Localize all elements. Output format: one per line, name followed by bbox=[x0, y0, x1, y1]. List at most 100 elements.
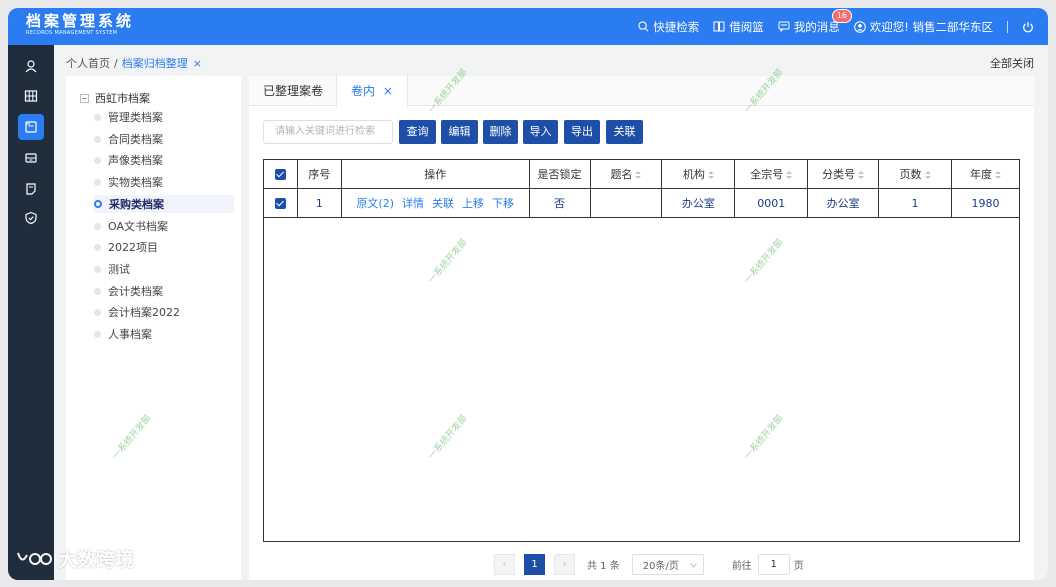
tree-item[interactable]: 会计档案2022 bbox=[94, 303, 234, 321]
tab-bar: 已整理案卷 卷内 × bbox=[249, 76, 1034, 107]
tree-item[interactable]: 声像类档案 bbox=[94, 151, 234, 169]
user-menu[interactable]: 欢迎您! 销售二部华东区 bbox=[853, 19, 993, 35]
tree-item[interactable]: 测试 bbox=[94, 260, 234, 278]
table-row[interactable]: 1 原文(2) 详情 关联 上移 下移 否 办公室 0001 办公室 1 1980 bbox=[263, 188, 1021, 218]
search-input[interactable]: 请输入关键词进行检索 bbox=[263, 120, 393, 144]
column-header-sortable[interactable]: 题名 bbox=[589, 159, 663, 189]
collapse-icon[interactable] bbox=[80, 93, 89, 103]
nav-security[interactable] bbox=[18, 205, 44, 231]
node-icon bbox=[94, 330, 101, 338]
node-icon bbox=[94, 178, 101, 186]
node-icon bbox=[94, 156, 101, 164]
sort-icon[interactable] bbox=[994, 171, 1001, 179]
goto-page-input[interactable]: 1 bbox=[757, 553, 790, 575]
tree-item[interactable]: 合同类档案 bbox=[94, 130, 234, 148]
messages-label: 我的消息 bbox=[793, 19, 840, 34]
tree-item-label: 人事档案 bbox=[108, 328, 152, 341]
tab-organized-label: 已整理案卷 bbox=[263, 84, 324, 98]
user-icon bbox=[25, 60, 37, 73]
welcome-text: 欢迎您! 销售二部华东区 bbox=[869, 19, 993, 34]
cell-org: 办公室 bbox=[661, 188, 736, 218]
edit-button[interactable]: 编辑 bbox=[441, 120, 478, 144]
page-size-select[interactable]: 20条/页 bbox=[631, 553, 704, 575]
detail-link[interactable]: 详情 bbox=[402, 197, 424, 210]
sort-icon[interactable] bbox=[786, 171, 793, 179]
next-page-button[interactable]: › bbox=[554, 553, 575, 575]
app-subtitle: RECORDS MANAGEMENT SYSTEM bbox=[26, 30, 118, 36]
column-header-label: 年度 bbox=[969, 168, 992, 181]
tree-item[interactable]: 实物类档案 bbox=[94, 173, 234, 191]
original-link[interactable]: 原文(2) bbox=[356, 197, 394, 210]
breadcrumb-close-icon[interactable]: × bbox=[193, 57, 202, 70]
column-header-label: 机构 bbox=[682, 168, 705, 181]
box-icon bbox=[25, 153, 37, 163]
column-header-sortable[interactable]: 全宗号 bbox=[734, 159, 809, 189]
cell-title bbox=[589, 188, 663, 218]
tree-item[interactable]: 人事档案 bbox=[94, 325, 234, 343]
column-header-sortable[interactable]: 年度 bbox=[950, 159, 1021, 189]
tree-item[interactable]: 2022项目 bbox=[94, 238, 234, 256]
tree-root[interactable]: 西虹市档案 bbox=[80, 90, 150, 106]
sort-icon[interactable] bbox=[707, 171, 714, 179]
borrow-basket-link[interactable]: 借阅篮 bbox=[713, 19, 764, 35]
breadcrumb-current[interactable]: 档案归档整理 bbox=[122, 55, 188, 71]
left-icon-nav bbox=[8, 45, 54, 580]
tree-item-label: OA文书档案 bbox=[108, 220, 168, 233]
import-button[interactable]: 导入 bbox=[523, 120, 558, 144]
tree-item-label: 实物类档案 bbox=[108, 176, 163, 189]
document-icon bbox=[26, 183, 36, 195]
tree-item-label: 声像类档案 bbox=[108, 154, 163, 167]
query-button[interactable]: 查询 bbox=[399, 120, 436, 144]
sort-icon[interactable] bbox=[858, 171, 865, 179]
nav-document[interactable] bbox=[18, 176, 44, 202]
power-icon bbox=[1023, 21, 1033, 32]
tree-item[interactable]: OA文书档案 bbox=[94, 217, 234, 235]
cell-fonds: 0001 bbox=[734, 188, 809, 218]
nav-box[interactable] bbox=[18, 145, 44, 171]
brand-text: 大数跨境 bbox=[58, 549, 135, 571]
chevron-down-icon bbox=[689, 562, 697, 568]
tab-inner[interactable]: 卷内 × bbox=[336, 76, 408, 107]
close-all-button[interactable]: 全部关闭 bbox=[990, 55, 1034, 71]
quick-search-link[interactable]: 快捷检索 bbox=[638, 19, 699, 35]
messages-link[interactable]: 我的消息 16 bbox=[778, 8, 852, 35]
link-button[interactable]: 关联 bbox=[606, 120, 643, 144]
column-header-label: 分类号 bbox=[822, 168, 856, 181]
node-icon bbox=[94, 222, 101, 230]
export-button[interactable]: 导出 bbox=[564, 120, 600, 144]
tree-item-selected[interactable]: 采购类档案 bbox=[94, 195, 234, 213]
column-header: 序号 bbox=[296, 159, 342, 189]
shield-icon bbox=[25, 211, 37, 225]
column-header-label: 题名 bbox=[610, 168, 633, 181]
breadcrumb-home[interactable]: 个人首页 bbox=[66, 55, 110, 71]
checkbox-checked-icon[interactable] bbox=[274, 198, 286, 209]
cell-locked: 否 bbox=[528, 188, 591, 218]
nav-archive[interactable] bbox=[18, 114, 44, 140]
nav-user[interactable] bbox=[18, 53, 44, 79]
link-link[interactable]: 关联 bbox=[432, 197, 454, 210]
row-select-cell[interactable] bbox=[263, 188, 298, 218]
tree-item[interactable]: 会计类档案 bbox=[94, 282, 234, 300]
sort-icon[interactable] bbox=[635, 171, 642, 179]
select-all-cell[interactable] bbox=[263, 159, 298, 189]
cell-index: 1 bbox=[296, 188, 342, 218]
sort-icon[interactable] bbox=[924, 171, 931, 179]
prev-page-button[interactable]: ‹ bbox=[494, 553, 515, 575]
tab-organized[interactable]: 已整理案卷 bbox=[249, 76, 337, 106]
breadcrumb: 个人首页 / 档案归档整理 × bbox=[66, 55, 202, 71]
tree-item[interactable]: 管理类档案 bbox=[94, 108, 234, 126]
checkbox-checked-icon[interactable] bbox=[274, 169, 286, 180]
tab-close-icon[interactable]: × bbox=[383, 84, 393, 98]
goto-label: 前往 bbox=[731, 560, 752, 572]
node-icon bbox=[94, 113, 101, 121]
column-header-sortable[interactable]: 页数 bbox=[878, 159, 952, 189]
nav-grid[interactable] bbox=[18, 83, 44, 109]
delete-button[interactable]: 删除 bbox=[483, 120, 518, 144]
move-down-link[interactable]: 下移 bbox=[492, 197, 514, 210]
column-header-sortable[interactable]: 机构 bbox=[661, 159, 736, 189]
archive-tree: 西虹市档案 管理类档案 合同类档案 声像类档案 实物类档案 采购类档案 OA文书… bbox=[66, 76, 241, 580]
move-up-link[interactable]: 上移 bbox=[462, 197, 484, 210]
column-header-sortable[interactable]: 分类号 bbox=[807, 159, 880, 189]
power-button[interactable] bbox=[1022, 21, 1038, 33]
page-number-current[interactable]: 1 bbox=[524, 553, 545, 575]
